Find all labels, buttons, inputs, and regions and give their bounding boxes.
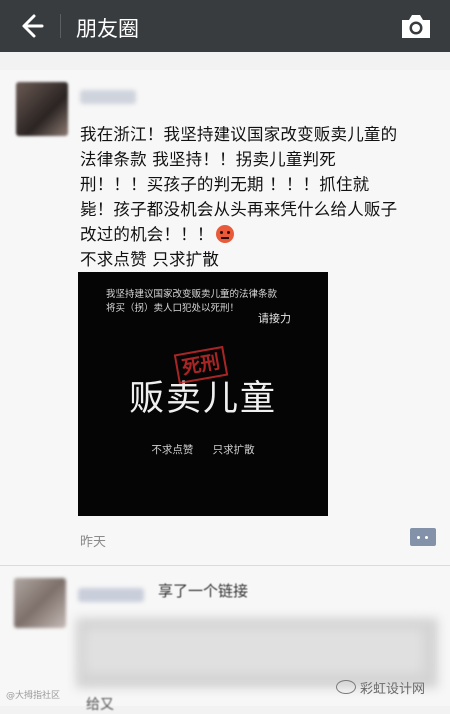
poster-line-2: 将买（拐）卖人口犯处以死刑！ bbox=[106, 303, 240, 314]
poster-relay-text: 请接力 bbox=[258, 312, 291, 325]
header-divider bbox=[60, 14, 61, 38]
post-text-line: 不求点赞 只求扩散 bbox=[80, 250, 220, 269]
post-text-line: 毙！孩子都没机会从头再来凭什么给人贩子 bbox=[80, 200, 398, 219]
post-timestamp: 昨天 bbox=[80, 535, 107, 550]
page-title: 朋友圈 bbox=[76, 17, 139, 41]
top-bar: 朋友圈 bbox=[0, 0, 450, 52]
avatar[interactable] bbox=[14, 578, 66, 628]
post-text-line: 我在浙江！我坚持建议国家改变贩卖儿童的 bbox=[80, 125, 398, 144]
shared-link-content-blurred bbox=[84, 628, 424, 674]
post-text-line: 改过的机会！！！ bbox=[80, 225, 214, 244]
angry-face-icon bbox=[215, 225, 234, 243]
dot-icon bbox=[417, 536, 420, 539]
watermark-logo-icon bbox=[336, 680, 356, 694]
post-image[interactable]: 我坚持建议国家改变贩卖儿童的法律条款 将买（拐）卖人口犯处以死刑！ 请接力 贩卖… bbox=[78, 272, 328, 516]
author-name-blurred[interactable] bbox=[80, 90, 136, 104]
watermark-right: 彩虹设计网 bbox=[336, 678, 425, 697]
poster-line-1: 我坚持建议国家改变贩卖儿童的法律条款 bbox=[106, 289, 278, 300]
avatar[interactable] bbox=[16, 82, 68, 136]
shared-link-text: 享了一个链接 bbox=[158, 582, 249, 600]
post-text-line: 刑！！！买孩子的判无期 ！！！抓住就 bbox=[80, 175, 370, 194]
comment-menu-button[interactable] bbox=[410, 528, 436, 546]
back-arrow-icon[interactable] bbox=[14, 10, 46, 42]
moments-post: 我在浙江！我坚持建议国家改变贩卖儿童的 法律条款 我坚持！！拐卖儿童判死 刑！！… bbox=[0, 70, 450, 565]
watermark-left: @大拇指社区 bbox=[6, 691, 61, 701]
post-text: 我在浙江！我坚持建议国家改变贩卖儿童的 法律条款 我坚持！！拐卖儿童判死 刑！！… bbox=[80, 122, 438, 272]
post-text-line: 法律条款 我坚持！！拐卖儿童判死 bbox=[80, 150, 336, 169]
post-text-line-with-emoji: 改过的机会！！！ bbox=[80, 222, 438, 247]
watermark-text: 彩虹设计网 bbox=[360, 682, 426, 697]
post-text-partial: 给又 bbox=[86, 697, 114, 713]
author-name-blurred[interactable] bbox=[78, 588, 144, 602]
dot-icon bbox=[425, 536, 428, 539]
camera-icon[interactable] bbox=[400, 12, 432, 40]
poster-footer-text: 不求点赞 只求扩散 bbox=[151, 444, 255, 456]
